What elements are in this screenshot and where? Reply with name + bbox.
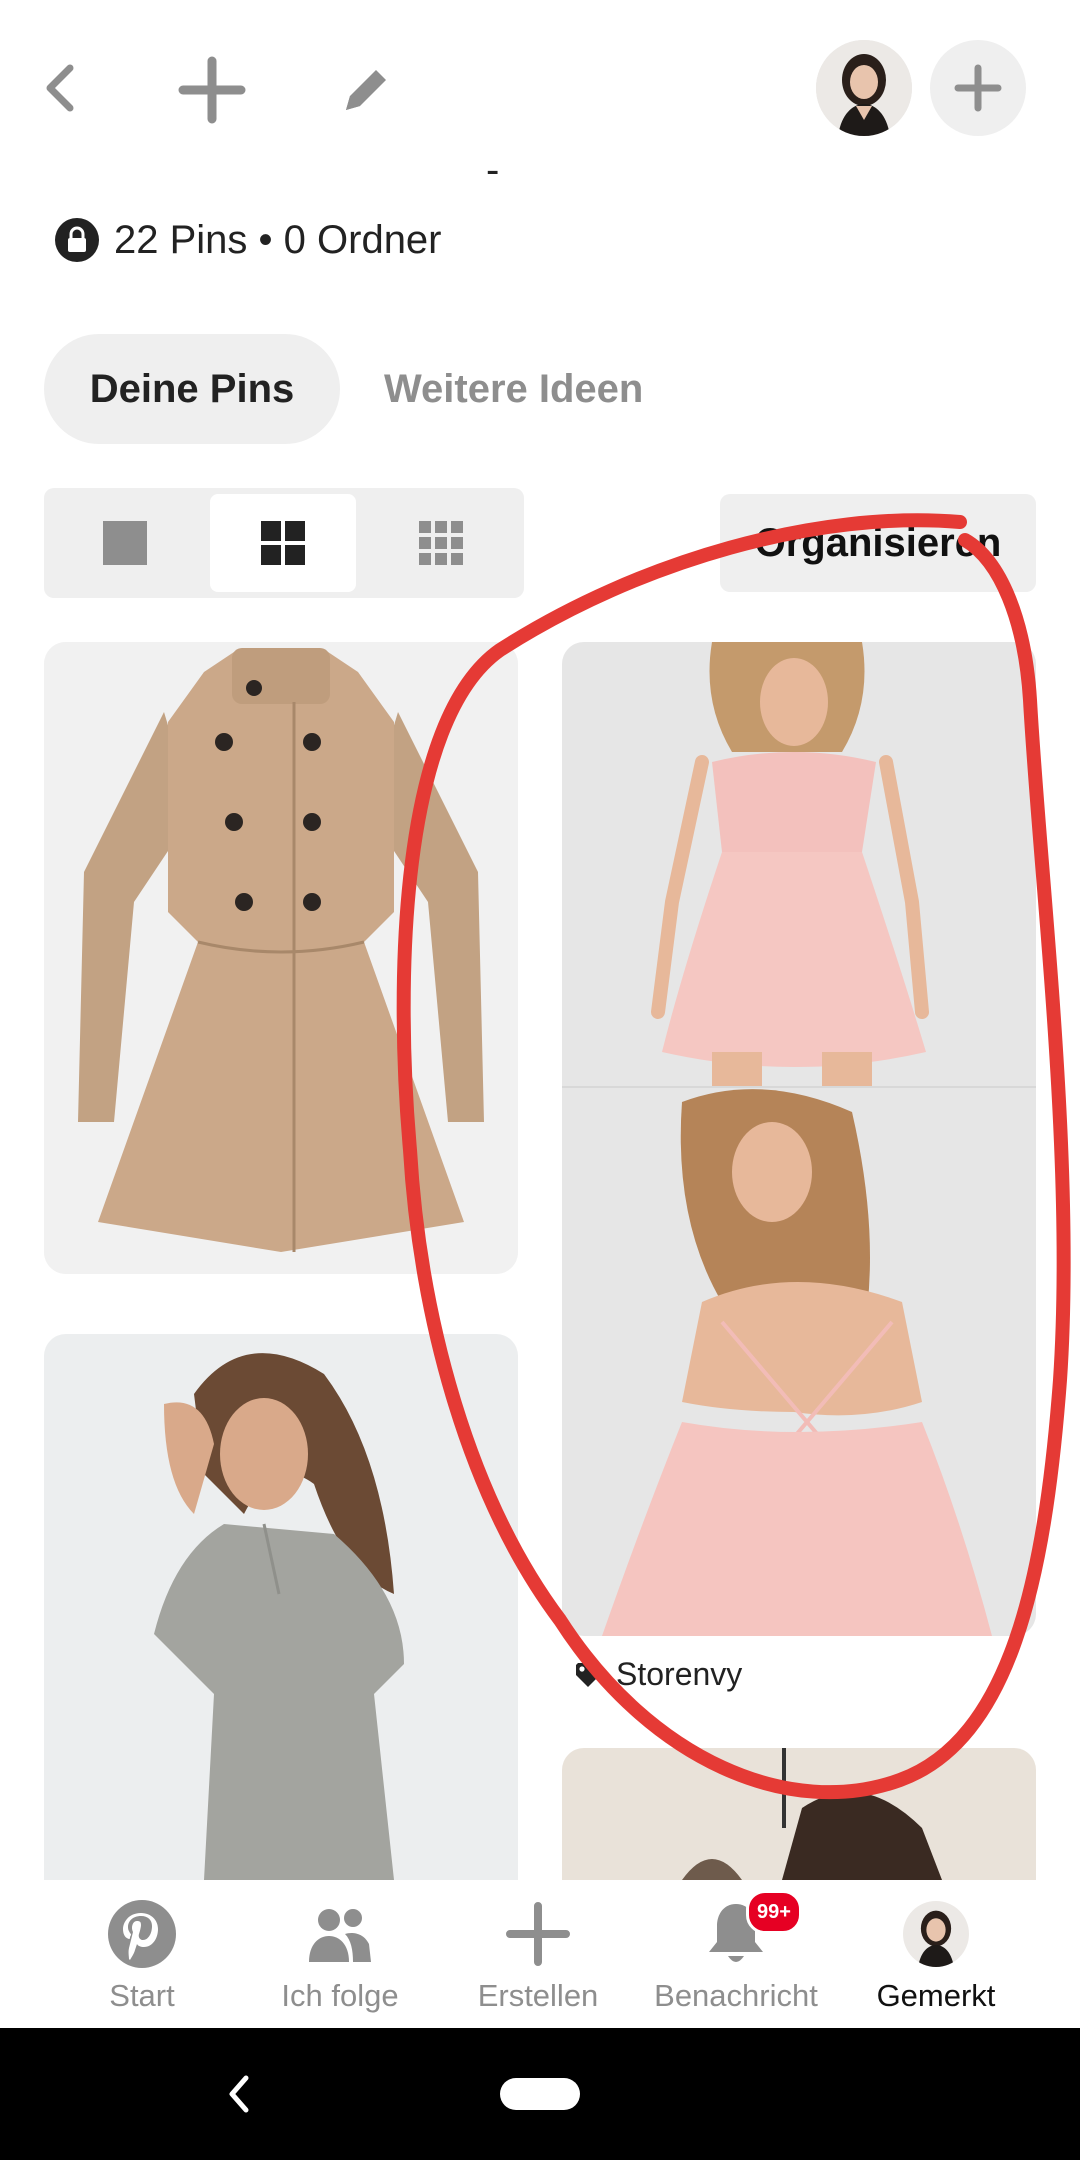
system-home-button[interactable] <box>500 2078 580 2110</box>
nav-notifications[interactable]: 99+ Benachricht <box>636 1880 836 2028</box>
nav-following-label: Ich folge <box>281 1978 399 2013</box>
nav-start-label: Start <box>109 1978 175 2013</box>
nav-create[interactable]: Erstellen <box>438 1880 638 2028</box>
pinterest-logo-icon <box>108 1900 176 1968</box>
avatar <box>903 1901 969 1967</box>
plus-icon <box>506 1902 570 1966</box>
annotation-circle <box>396 513 1071 1800</box>
notification-badge: 99+ <box>746 1890 802 1934</box>
people-icon <box>309 1909 371 1962</box>
nav-following[interactable]: Ich folge <box>240 1880 440 2028</box>
nav-saved-label: Gemerkt <box>876 1978 996 2013</box>
nav-create-label: Erstellen <box>477 1978 599 2013</box>
nav-notifications-label: Benachricht <box>654 1978 818 2013</box>
bottom-nav: Start Ich folge Erstellen 99+ Benachrich… <box>0 1880 1080 2028</box>
nav-saved[interactable]: Gemerkt <box>836 1880 1036 2028</box>
system-nav-bar <box>0 2028 1080 2160</box>
nav-start[interactable]: Start <box>42 1880 242 2028</box>
system-back-icon[interactable] <box>224 2072 254 2116</box>
